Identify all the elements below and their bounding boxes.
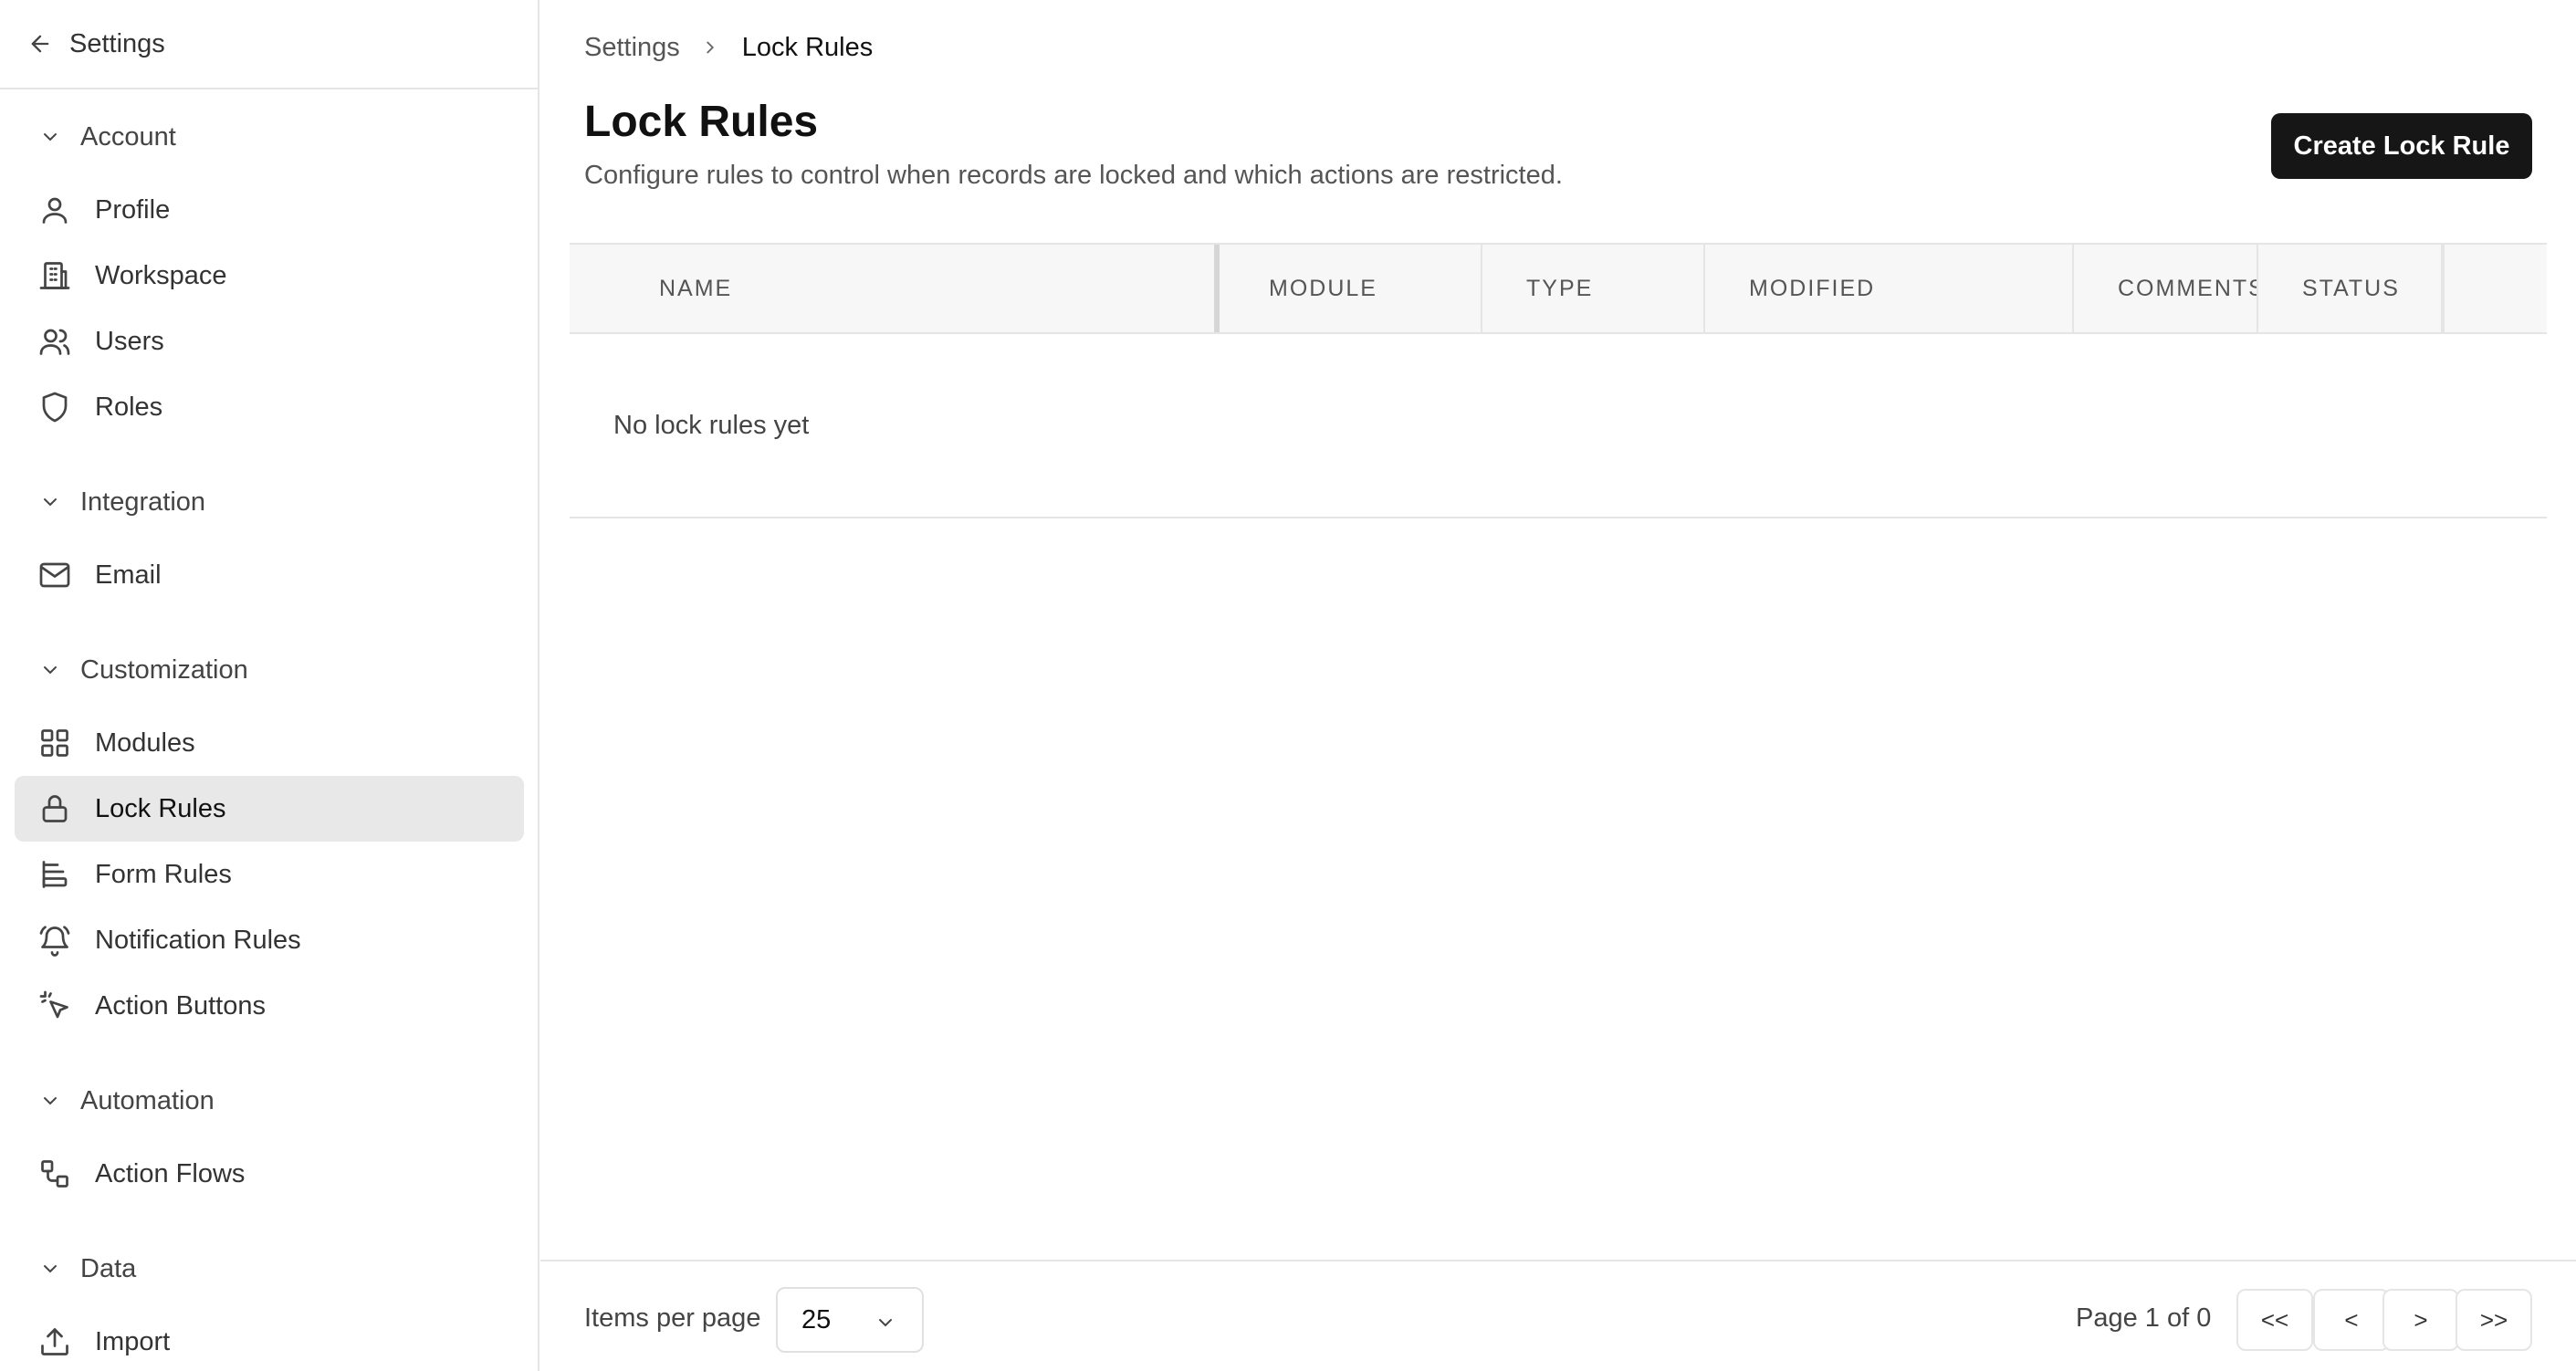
section-label: Integration	[80, 487, 206, 517]
sidebar-item-users[interactable]: Users	[15, 309, 524, 374]
sidebar-item-label: Email	[95, 560, 162, 590]
column-header-status[interactable]: STATUS	[2258, 245, 2443, 332]
column-header-name[interactable]: NAME	[570, 245, 1220, 332]
building-icon	[37, 257, 73, 294]
chevron-down-icon	[37, 123, 64, 151]
upload-icon	[37, 1324, 73, 1360]
column-header-modified[interactable]: MODIFIED	[1705, 245, 2074, 332]
sidebar-item-label: Profile	[95, 194, 171, 225]
section-data-toggle[interactable]: Data	[0, 1241, 538, 1296]
section-label: Account	[80, 121, 176, 152]
sidebar-item-profile[interactable]: Profile	[15, 177, 524, 243]
section-account-toggle[interactable]: Account	[0, 110, 538, 164]
settings-sidebar: Settings Account Profile Workspace Users…	[0, 0, 539, 1371]
breadcrumb-settings-link[interactable]: Settings	[584, 33, 680, 63]
back-to-settings-button[interactable]: Settings	[0, 0, 538, 89]
column-header-actions	[2443, 245, 2547, 332]
lock-icon	[37, 790, 73, 827]
column-header-type[interactable]: TYPE	[1482, 245, 1705, 332]
first-page-button[interactable]: <<	[2236, 1289, 2313, 1351]
column-header-comments[interactable]: COMMENTS	[2074, 245, 2258, 332]
sidebar-item-label: Import	[95, 1326, 171, 1356]
items-per-page-value: 25	[801, 1304, 832, 1334]
column-header-module[interactable]: MODULE	[1225, 245, 1482, 332]
page-info: Page 1 of 0	[2076, 1303, 2212, 1333]
sidebar-item-label: Users	[95, 326, 164, 356]
sidebar-item-modules[interactable]: Modules	[15, 710, 524, 776]
items-per-page-select[interactable]: 25	[776, 1287, 924, 1353]
sidebar-item-label: Notification Rules	[95, 925, 301, 955]
chevron-right-icon	[700, 37, 722, 58]
workflow-icon	[37, 1156, 73, 1192]
next-page-button[interactable]: >	[2382, 1289, 2459, 1351]
users-icon	[37, 323, 73, 360]
items-per-page-label: Items per page	[584, 1303, 761, 1333]
sidebar-item-form-rules[interactable]: Form Rules	[15, 842, 524, 907]
sidebar-item-label: Lock Rules	[95, 793, 226, 823]
table-header: NAME MODULE TYPE MODIFIED COMMENTS STATU…	[570, 243, 2547, 334]
page-description: Configure rules to control when records …	[584, 161, 1563, 190]
sidebar-item-action-buttons[interactable]: Action Buttons	[15, 973, 524, 1039]
sidebar-item-roles[interactable]: Roles	[15, 374, 524, 440]
chevron-down-icon	[874, 1311, 896, 1333]
sidebar-item-label: Form Rules	[95, 859, 232, 889]
sidebar-item-email[interactable]: Email	[15, 542, 524, 608]
form-icon	[37, 856, 73, 893]
table-empty-state: No lock rules yet	[570, 334, 2547, 518]
sidebar-item-import[interactable]: Import	[15, 1309, 524, 1371]
section-label: Data	[80, 1253, 137, 1283]
section-label: Customization	[80, 654, 248, 685]
lock-rules-table: NAME MODULE TYPE MODIFIED COMMENTS STATU…	[570, 243, 2547, 518]
shield-icon	[37, 389, 73, 425]
sidebar-item-label: Action Flows	[95, 1158, 246, 1188]
section-automation-toggle[interactable]: Automation	[0, 1073, 538, 1128]
breadcrumb-current: Lock Rules	[741, 32, 874, 62]
user-icon	[37, 192, 73, 228]
pointer-click-icon	[37, 988, 73, 1024]
grid-icon	[37, 725, 73, 761]
sidebar-item-label: Action Buttons	[95, 990, 266, 1020]
breadcrumb: Settings Lock Rules	[584, 29, 873, 66]
create-lock-rule-button[interactable]: Create Lock Rule	[2271, 113, 2532, 179]
section-customization-toggle[interactable]: Customization	[0, 643, 538, 697]
pagination-bar: Items per page 25 Page 1 of 0 << < > >>	[540, 1260, 2576, 1371]
sidebar-item-action-flows[interactable]: Action Flows	[15, 1141, 524, 1207]
chevron-down-icon	[37, 656, 64, 684]
sidebar-item-label: Roles	[95, 392, 163, 422]
arrow-left-icon	[27, 30, 55, 58]
last-page-button[interactable]: >>	[2456, 1289, 2532, 1351]
section-label: Automation	[80, 1085, 215, 1115]
previous-page-button[interactable]: <	[2313, 1289, 2390, 1351]
chevron-down-icon	[37, 1087, 64, 1115]
page-title: Lock Rules	[584, 98, 819, 146]
sidebar-title: Settings	[69, 28, 165, 58]
sidebar-item-label: Modules	[95, 727, 195, 758]
mail-icon	[37, 557, 73, 593]
sidebar-item-label: Workspace	[95, 260, 227, 290]
sidebar-item-notification-rules[interactable]: Notification Rules	[15, 907, 524, 973]
chevron-down-icon	[37, 488, 64, 516]
main-content: Settings Lock Rules Lock Rules Configure…	[540, 0, 2576, 1371]
section-integration-toggle[interactable]: Integration	[0, 475, 538, 529]
sidebar-item-workspace[interactable]: Workspace	[15, 243, 524, 309]
chevron-down-icon	[37, 1255, 64, 1282]
sidebar-item-lock-rules[interactable]: Lock Rules	[15, 776, 524, 842]
bell-icon	[37, 922, 73, 958]
